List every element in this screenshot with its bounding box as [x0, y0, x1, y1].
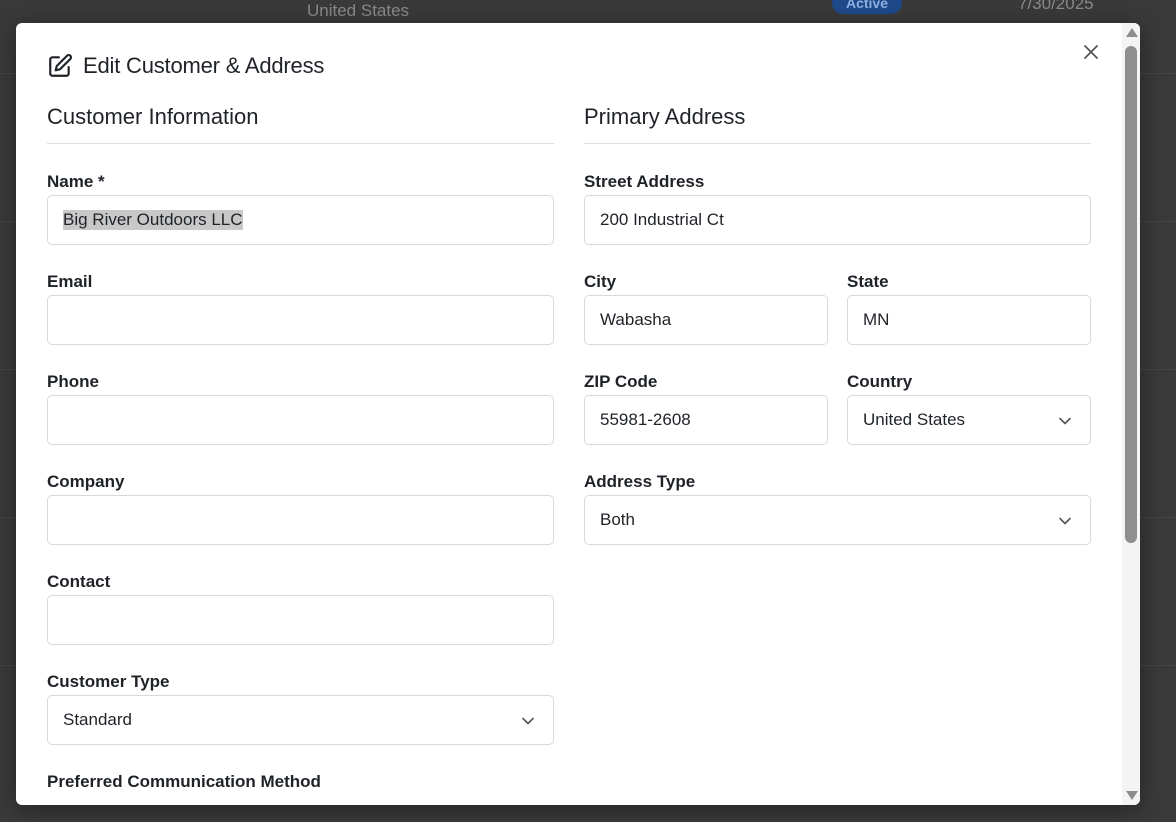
country-label: Country: [847, 372, 913, 391]
country-select[interactable]: United States: [847, 395, 1091, 445]
name-field-group: Name * Big River Outdoors LLC: [47, 172, 554, 245]
background-country-text: United States: [307, 1, 410, 20]
primary-address-title: Primary Address: [584, 101, 1091, 144]
email-input[interactable]: [47, 295, 554, 345]
company-field-group: Company: [47, 472, 554, 545]
chevron-down-icon: [1058, 513, 1072, 527]
street-address-input[interactable]: 200 Industrial Ct: [584, 195, 1091, 245]
customer-information-section: Customer Information Name * Big River Ou…: [47, 101, 554, 791]
modal-content: Edit Customer & Address Customer Informa…: [16, 23, 1122, 805]
street-address-label: Street Address: [584, 172, 705, 191]
scroll-up-arrow-icon[interactable]: [1126, 28, 1138, 37]
preferred-communication-label: Preferred Communication Method: [47, 772, 321, 791]
city-label: City: [584, 272, 617, 291]
city-field-group: City Wabasha: [584, 272, 828, 345]
name-input[interactable]: Big River Outdoors LLC: [47, 195, 554, 245]
customer-type-select[interactable]: Standard: [47, 695, 554, 745]
zip-code-field-group: ZIP Code 55981-2608: [584, 372, 828, 445]
zip-code-label: ZIP Code: [584, 372, 658, 391]
close-icon: [1084, 44, 1098, 64]
country-field-group: Country United States: [847, 372, 1091, 445]
phone-field-group: Phone: [47, 372, 554, 445]
edit-customer-modal: Edit Customer & Address Customer Informa…: [16, 23, 1140, 805]
zip-code-input[interactable]: 55981-2608: [584, 395, 828, 445]
background-status-badge: Active: [832, 0, 902, 14]
email-field-group: Email: [47, 272, 554, 345]
preferred-communication-field-group: Preferred Communication Method: [47, 772, 554, 792]
address-type-label: Address Type: [584, 472, 696, 491]
modal-title: Edit Customer & Address: [83, 53, 325, 78]
city-input[interactable]: Wabasha: [584, 295, 828, 345]
contact-label: Contact: [47, 572, 111, 591]
background-date-text: 7/30/2025: [1018, 0, 1094, 13]
phone-input[interactable]: [47, 395, 554, 445]
customer-type-value: Standard: [63, 710, 132, 729]
company-label: Company: [47, 472, 125, 491]
state-input[interactable]: MN: [847, 295, 1091, 345]
address-type-value: Both: [600, 510, 635, 529]
address-type-select[interactable]: Both: [584, 495, 1091, 545]
chevron-down-icon: [1058, 413, 1072, 427]
address-type-field-group: Address Type Both: [584, 472, 1091, 545]
modal-header: Edit Customer & Address: [47, 53, 324, 79]
contact-input[interactable]: [47, 595, 554, 645]
scrollbar-thumb[interactable]: [1125, 46, 1137, 543]
phone-label: Phone: [47, 372, 99, 391]
customer-type-label: Customer Type: [47, 672, 170, 691]
country-value: United States: [863, 410, 966, 429]
customer-type-field-group: Customer Type Standard: [47, 672, 554, 745]
state-field-group: State MN: [847, 272, 1091, 345]
edit-icon: [47, 53, 73, 79]
chevron-down-icon: [521, 713, 535, 727]
modal-scrollbar[interactable]: [1122, 23, 1140, 805]
name-input-value: Big River Outdoors LLC: [63, 210, 243, 230]
street-address-field-group: Street Address 200 Industrial Ct: [584, 172, 1091, 245]
close-button[interactable]: [1080, 43, 1102, 65]
scroll-down-arrow-icon[interactable]: [1126, 791, 1138, 800]
name-label: Name *: [47, 172, 105, 191]
primary-address-section: Primary Address Street Address 200 Indus…: [584, 101, 1091, 545]
customer-information-title: Customer Information: [47, 101, 554, 144]
email-label: Email: [47, 272, 93, 291]
state-label: State: [847, 272, 889, 291]
company-input[interactable]: [47, 495, 554, 545]
contact-field-group: Contact: [47, 572, 554, 645]
